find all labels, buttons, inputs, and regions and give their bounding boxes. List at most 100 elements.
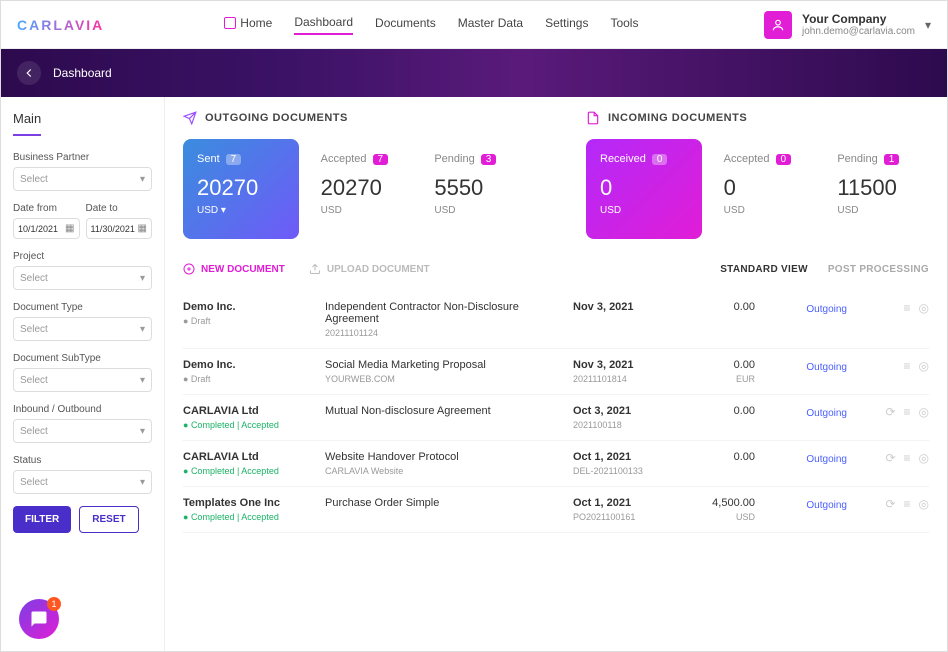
send-icon xyxy=(183,111,197,125)
row-actions: ⟳ ≡ ◎ xyxy=(859,451,929,465)
inbox-icon xyxy=(586,111,600,125)
doc-currency: USD xyxy=(685,512,755,522)
doc-direction: Outgoing xyxy=(806,304,847,315)
sent-unit: USD ▾ xyxy=(197,205,285,216)
doc-title: Social Media Marketing Proposal xyxy=(325,359,561,371)
view-icon[interactable]: ◎ xyxy=(919,359,929,373)
doc-amount: 0.00 xyxy=(685,301,755,313)
nav-settings[interactable]: Settings xyxy=(545,15,588,35)
nav-dashboard[interactable]: Dashboard xyxy=(294,15,353,35)
document-row[interactable]: CARLAVIA LtdCompleted | AcceptedWebsite … xyxy=(183,441,929,487)
document-list: Demo Inc.● DraftIndependent Contractor N… xyxy=(183,291,929,533)
tab-post-processing[interactable]: POST PROCESSING xyxy=(828,264,929,275)
refresh-icon[interactable]: ⟳ xyxy=(885,451,895,465)
list-icon[interactable]: ≡ xyxy=(904,405,911,419)
doc-number: PO2021100161 xyxy=(573,512,673,522)
top-bar: CARLAVIA Home Dashboard Documents Master… xyxy=(1,1,947,49)
label-date-to: Date to xyxy=(86,203,153,214)
main-panel: OUTGOING DOCUMENTS Sent7 20270 USD ▾ Acc… xyxy=(165,97,947,651)
list-icon[interactable]: ≡ xyxy=(904,451,911,465)
view-icon[interactable]: ◎ xyxy=(919,301,929,315)
doc-title: Website Handover Protocol xyxy=(325,451,561,463)
list-icon[interactable]: ≡ xyxy=(904,359,911,373)
card-sent[interactable]: Sent7 20270 USD ▾ xyxy=(183,139,299,239)
label-project: Project xyxy=(13,251,152,262)
row-actions: ≡◎ xyxy=(859,359,929,373)
received-count-badge: 0 xyxy=(652,154,668,165)
view-icon[interactable]: ◎ xyxy=(919,405,929,419)
select-project[interactable]: Select▾ xyxy=(13,266,152,290)
accepted-count-badge: 7 xyxy=(373,154,389,165)
sent-count-badge: 7 xyxy=(226,154,242,165)
doc-company: Demo Inc. xyxy=(183,359,313,371)
doc-subtitle: 20211101124 xyxy=(325,328,561,338)
reset-button[interactable]: RESET xyxy=(79,506,138,533)
received-value: 0 xyxy=(600,175,688,201)
home-icon xyxy=(224,17,236,29)
doc-direction: Outgoing xyxy=(806,362,847,373)
pending-count-badge: 3 xyxy=(481,154,497,165)
nav-documents[interactable]: Documents xyxy=(375,15,436,35)
action-row: NEW DOCUMENT UPLOAD DOCUMENT STANDARD VI… xyxy=(183,263,929,275)
accepted-in-count-badge: 0 xyxy=(776,154,792,165)
doc-status: Completed | Accepted xyxy=(183,466,313,476)
outgoing-section: OUTGOING DOCUMENTS Sent7 20270 USD ▾ Acc… xyxy=(183,111,526,239)
user-menu[interactable]: Your Company john.demo@carlavia.com ▾ xyxy=(764,11,931,39)
nav-master-data[interactable]: Master Data xyxy=(458,15,523,35)
upload-document-button[interactable]: UPLOAD DOCUMENT xyxy=(309,263,430,275)
user-company: Your Company xyxy=(802,12,915,26)
doc-date: Nov 3, 2021 xyxy=(573,301,673,313)
select-inbound[interactable]: Select▾ xyxy=(13,419,152,443)
doc-number: 20211101814 xyxy=(573,374,673,384)
accepted-in-value: 0 xyxy=(724,175,812,201)
filter-button[interactable]: FILTER xyxy=(13,506,71,533)
chat-button[interactable]: 1 xyxy=(19,599,59,639)
view-icon[interactable]: ◎ xyxy=(919,451,929,465)
doc-direction: Outgoing xyxy=(806,500,847,511)
view-icon[interactable]: ◎ xyxy=(919,497,929,511)
tab-standard-view[interactable]: STANDARD VIEW xyxy=(720,264,808,275)
doc-date: Oct 1, 2021 xyxy=(573,497,673,509)
input-date-to[interactable]: 11/30/2021▦ xyxy=(86,218,153,239)
doc-number: DEL-2021100133 xyxy=(573,466,673,476)
row-actions: ⟳ ≡ ◎ xyxy=(859,405,929,419)
document-row[interactable]: CARLAVIA LtdCompleted | AcceptedMutual N… xyxy=(183,395,929,441)
doc-status: Completed | Accepted xyxy=(183,512,313,522)
select-doctype[interactable]: Select▾ xyxy=(13,317,152,341)
select-business-partner[interactable]: Select▾ xyxy=(13,167,152,191)
back-button[interactable] xyxy=(17,61,41,85)
accepted-unit: USD xyxy=(321,205,409,216)
card-accepted-out[interactable]: Accepted7 20270 USD xyxy=(317,139,413,239)
sidebar-tab-main[interactable]: Main xyxy=(13,111,41,136)
document-row[interactable]: Demo Inc.● DraftSocial Media Marketing P… xyxy=(183,349,929,395)
select-subtype[interactable]: Select▾ xyxy=(13,368,152,392)
document-row[interactable]: Templates One IncCompleted | AcceptedPur… xyxy=(183,487,929,533)
doc-amount: 0.00 xyxy=(685,359,755,371)
card-pending-out[interactable]: Pending3 5550 USD xyxy=(430,139,526,239)
user-email: john.demo@carlavia.com xyxy=(802,26,915,37)
incoming-title: INCOMING DOCUMENTS xyxy=(608,112,747,124)
accepted-in-unit: USD xyxy=(724,205,812,216)
filter-sidebar: Main Business Partner Select▾ Date from … xyxy=(1,97,165,651)
calendar-icon: ▦ xyxy=(138,223,147,234)
list-icon[interactable]: ≡ xyxy=(904,497,911,511)
calendar-icon: ▦ xyxy=(65,223,74,234)
label-subtype: Document SubType xyxy=(13,353,152,364)
refresh-icon[interactable]: ⟳ xyxy=(885,405,895,419)
nav-home[interactable]: Home xyxy=(224,15,272,35)
document-row[interactable]: Demo Inc.● DraftIndependent Contractor N… xyxy=(183,291,929,349)
new-document-button[interactable]: NEW DOCUMENT xyxy=(183,263,285,275)
refresh-icon[interactable]: ⟳ xyxy=(885,497,895,511)
select-status[interactable]: Select▾ xyxy=(13,470,152,494)
input-date-from[interactable]: 10/1/2021▦ xyxy=(13,218,80,239)
card-accepted-in[interactable]: Accepted0 0 USD xyxy=(720,139,816,239)
pending-unit: USD xyxy=(434,205,522,216)
pending-in-count-badge: 1 xyxy=(884,154,900,165)
nav-tools[interactable]: Tools xyxy=(610,15,638,35)
card-received[interactable]: Received0 0 USD xyxy=(586,139,702,239)
row-actions: ≡◎ xyxy=(859,301,929,315)
label-doctype: Document Type xyxy=(13,302,152,313)
card-pending-in[interactable]: Pending1 11500 USD xyxy=(833,139,929,239)
incoming-section: INCOMING DOCUMENTS Received0 0 USD Accep… xyxy=(586,111,929,239)
list-icon[interactable]: ≡ xyxy=(904,301,911,315)
